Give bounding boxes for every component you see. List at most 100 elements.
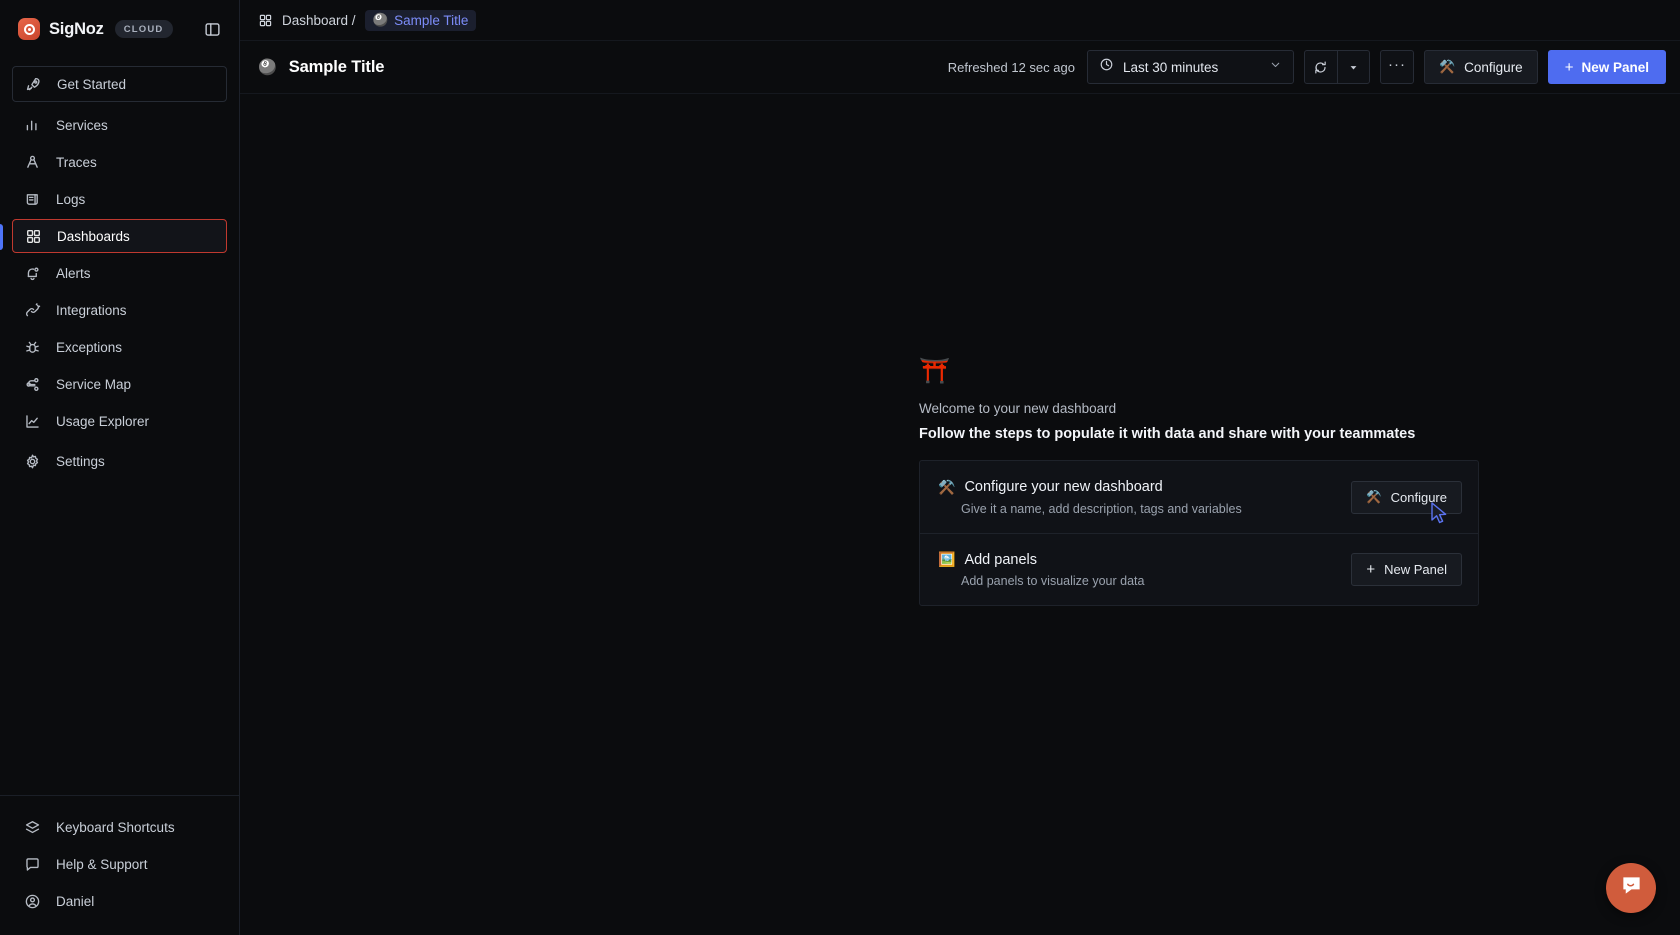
step-description: Add panels to visualize your data — [961, 574, 1145, 588]
message-icon — [24, 856, 41, 873]
traces-icon — [24, 154, 41, 171]
welcome-heading: Follow the steps to populate it with dat… — [919, 426, 1416, 442]
sidebar-item-label: Get Started — [57, 76, 127, 92]
sidebar-item-label: Keyboard Shortcuts — [56, 819, 175, 835]
sidebar-item-alerts[interactable]: Alerts — [12, 256, 227, 290]
sidebar-item-label: Exceptions — [56, 339, 123, 355]
sidebar-footer-nav: Keyboard Shortcuts Help & Support Daniel — [0, 795, 239, 935]
chevron-down-icon — [1269, 58, 1282, 76]
usage-chart-icon — [24, 413, 41, 430]
sidebar-item-label: Help & Support — [56, 856, 148, 872]
sidebar-item-label: Logs — [56, 191, 86, 207]
dashboard-toolbar: 🎱 Sample Title Refreshed 12 sec ago Last… — [240, 41, 1680, 94]
sidebar-item-user-account[interactable]: Daniel — [12, 884, 227, 918]
sidebar-item-exceptions[interactable]: Exceptions — [12, 330, 227, 364]
sidebar-item-get-started[interactable]: Get Started — [12, 66, 227, 102]
chat-bubble-icon — [1620, 874, 1643, 902]
refreshed-status: Refreshed 12 sec ago — [947, 59, 1075, 75]
step-configure-button[interactable]: ⚒️ Configure — [1351, 480, 1462, 514]
integrations-icon — [24, 302, 41, 319]
layers-icon — [24, 819, 41, 836]
refresh-group — [1303, 50, 1370, 84]
hammer-and-pick-icon: ⚒️ — [938, 478, 956, 495]
sidebar-primary-nav: Get Started Services Traces Logs Dashboa… — [0, 58, 239, 481]
eight-ball-icon: 🎱 — [372, 12, 389, 27]
plus-icon: + — [1564, 58, 1574, 76]
refresh-button[interactable] — [1305, 51, 1337, 83]
add-panels-step-text: 🖼️ Add panels Add panels to visualize yo… — [938, 551, 1351, 588]
new-panel-button[interactable]: + New Panel — [1547, 50, 1666, 84]
grid-icon — [258, 13, 273, 28]
new-panel-button-label: New Panel — [1581, 59, 1649, 75]
sidebar-item-settings[interactable]: Settings — [12, 444, 227, 478]
sidebar-item-services[interactable]: Services — [12, 108, 227, 142]
breadcrumb-root-link[interactable]: Dashboard / — [282, 13, 356, 28]
sidebar-item-label: Alerts — [56, 265, 91, 281]
main-area: Dashboard / 🎱 Sample Title 🎱 Sample Titl… — [240, 0, 1680, 935]
cloud-badge: CLOUD — [114, 20, 173, 38]
sidebar-item-label: Service Map — [56, 376, 132, 392]
torii-gate-icon: ⛩️ — [919, 357, 951, 385]
sidebar-item-label: Settings — [56, 453, 105, 469]
toolbar-controls: Refreshed 12 sec ago Last 30 minutes ···… — [948, 50, 1666, 84]
sidebar-item-logs[interactable]: Logs — [12, 182, 227, 216]
logs-icon — [24, 191, 41, 208]
time-range-value: Last 30 minutes — [1122, 59, 1219, 75]
configure-button[interactable]: ⚒️ Configure — [1423, 50, 1538, 84]
step-new-panel-button[interactable]: + New Panel — [1351, 553, 1462, 586]
framed-picture-icon: 🖼️ — [938, 551, 956, 567]
sidebar-item-service-map[interactable]: Service Map — [12, 367, 227, 401]
step-title: Add panels — [964, 551, 1037, 568]
sidebar-item-traces[interactable]: Traces — [12, 145, 227, 179]
time-range-select[interactable]: Last 30 minutes — [1086, 50, 1294, 84]
step-description: Give it a name, add description, tags an… — [961, 501, 1242, 516]
rocket-icon — [25, 76, 42, 93]
refresh-interval-dropdown[interactable] — [1336, 51, 1369, 83]
page-title: Sample Title — [288, 57, 385, 76]
sidebar-item-label: Daniel — [56, 893, 95, 909]
configure-step-text: ⚒️ Configure your new dashboard Give it … — [938, 479, 1351, 516]
sidebar-item-label: Usage Explorer — [56, 413, 150, 429]
service-map-icon — [24, 376, 41, 393]
dashboard-canvas: ⛩️ Welcome to your new dashboard Follow … — [240, 94, 1680, 935]
grid-icon — [25, 228, 42, 245]
sidebar-item-help-support[interactable]: Help & Support — [12, 847, 227, 881]
sidebar-item-dashboards[interactable]: Dashboards — [0, 219, 227, 253]
breadcrumb-current-label: Sample Title — [394, 12, 469, 28]
gear-icon — [24, 453, 41, 470]
eight-ball-icon: 🎱 — [258, 59, 277, 76]
hammer-and-pick-icon: ⚒️ — [1366, 489, 1382, 504]
sidebar-item-label: Dashboards — [57, 228, 130, 244]
step-title: Configure your new dashboard — [964, 479, 1163, 495]
more-options-button[interactable]: ··· — [1379, 50, 1414, 84]
panel-collapse-icon[interactable] — [201, 18, 223, 40]
sidebar-item-label: Integrations — [56, 302, 127, 318]
user-circle-icon — [24, 893, 41, 910]
configure-step-row: ⚒️ Configure your new dashboard Give it … — [920, 461, 1478, 533]
step-button-label: Configure — [1390, 489, 1447, 505]
breadcrumb: Dashboard / 🎱 Sample Title — [240, 0, 1680, 41]
app-root: SigNoz CLOUD Get Started Services Traces… — [0, 0, 1680, 935]
bug-icon — [24, 339, 41, 356]
hammer-and-pick-icon: ⚒️ — [1438, 59, 1456, 74]
plus-icon: + — [1366, 561, 1376, 578]
brand-name: SigNoz — [49, 19, 104, 38]
signoz-eye-logo-icon — [18, 18, 40, 40]
sidebar-item-label: Traces — [56, 154, 97, 170]
clock-icon — [1099, 57, 1114, 77]
sidebar-item-keyboard-shortcuts[interactable]: Keyboard Shortcuts — [12, 810, 227, 844]
welcome-subtitle: Welcome to your new dashboard — [919, 401, 1117, 416]
bell-icon — [24, 265, 41, 282]
sidebar-item-integrations[interactable]: Integrations — [12, 293, 227, 327]
bar-chart-icon — [24, 117, 41, 134]
breadcrumb-current-item[interactable]: 🎱 Sample Title — [364, 9, 477, 31]
sidebar: SigNoz CLOUD Get Started Services Traces… — [0, 0, 240, 935]
step-button-label: New Panel — [1384, 562, 1447, 577]
brand-row: SigNoz CLOUD — [0, 0, 239, 58]
onboarding-steps: ⚒️ Configure your new dashboard Give it … — [919, 460, 1479, 606]
sidebar-item-usage-explorer[interactable]: Usage Explorer — [12, 404, 227, 438]
welcome-block: ⛩️ Welcome to your new dashboard Follow … — [919, 359, 1479, 606]
configure-button-label: Configure — [1464, 59, 1523, 75]
intercom-chat-button[interactable] — [1606, 863, 1656, 913]
add-panels-step-row: 🖼️ Add panels Add panels to visualize yo… — [920, 533, 1478, 605]
